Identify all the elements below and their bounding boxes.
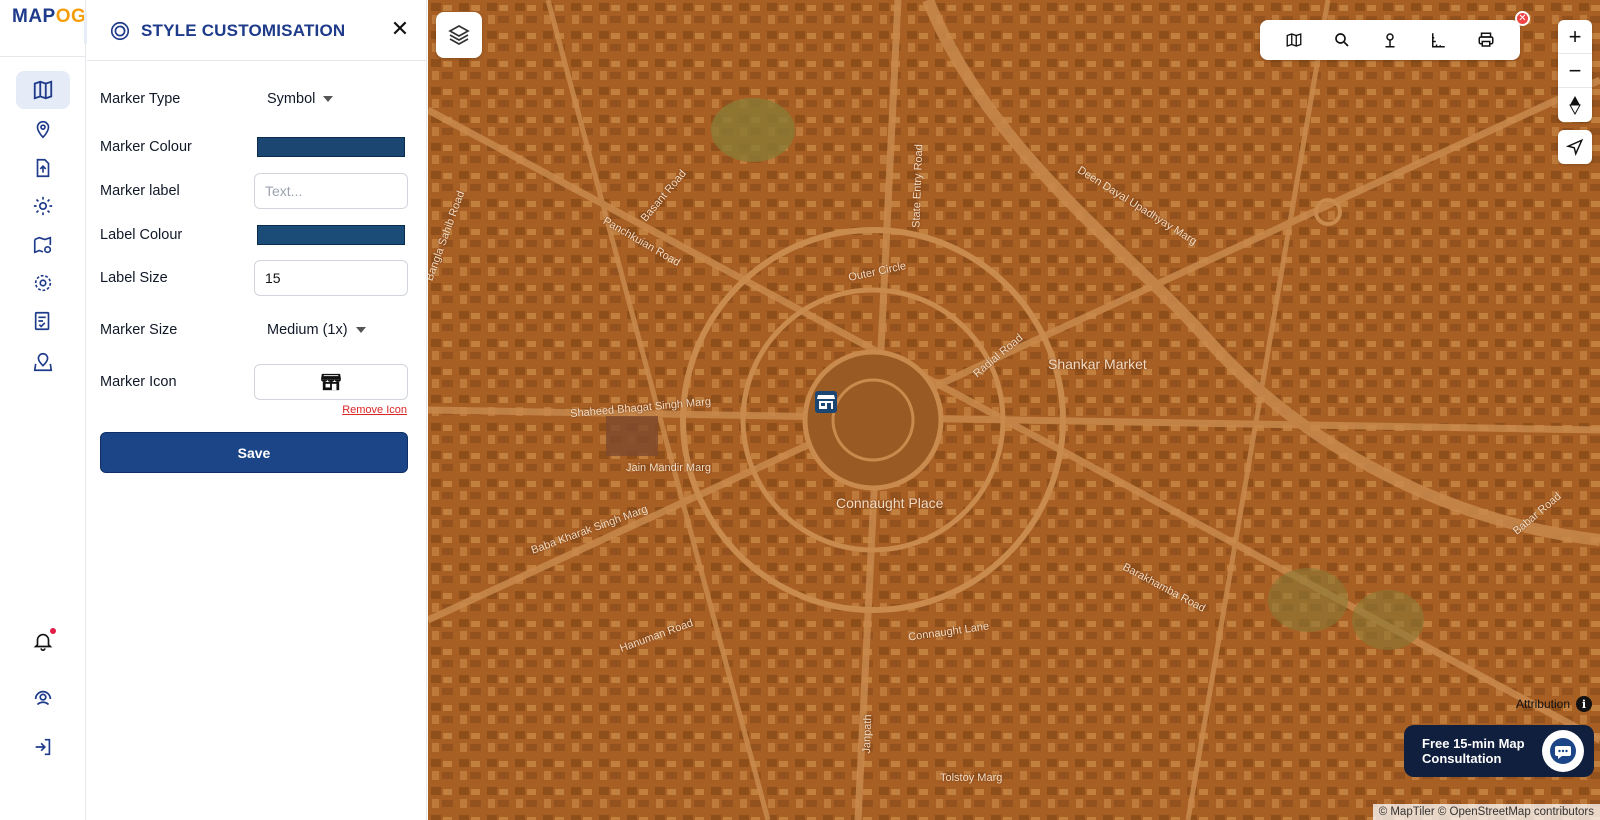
map-edit-icon[interactable] [16, 226, 70, 264]
user-support-icon[interactable] [16, 680, 70, 718]
map-label: Tolstoy Marg [940, 772, 1003, 784]
marker-size-label: Marker Size [100, 322, 178, 338]
map-toolbar [1260, 20, 1520, 60]
attribution[interactable]: Attribution i [1516, 696, 1592, 712]
label-colour-swatch[interactable] [257, 225, 405, 245]
map-marker-store-icon[interactable] [814, 390, 838, 414]
layers-icon[interactable] [436, 12, 482, 58]
label-colour-label: Label Colour [100, 227, 183, 243]
settings-icon[interactable] [16, 264, 70, 302]
style-palette-icon [110, 21, 130, 41]
marker-size-select[interactable]: Medium (1x) [267, 322, 366, 338]
upload-icon[interactable] [16, 149, 70, 187]
marker-colour-swatch[interactable] [257, 137, 405, 157]
form-checklist-icon[interactable] [16, 302, 70, 340]
map-view-icon[interactable] [1281, 27, 1307, 53]
marker-label-label: Marker label [100, 183, 180, 199]
save-button[interactable]: Save [100, 432, 408, 473]
style-customisation-panel: STYLE CUSTOMISATION ✕ Marker Type Symbol… [87, 0, 427, 820]
navigate-icon[interactable] [1558, 130, 1592, 164]
attribution-label: Attribution [1515, 697, 1570, 711]
marker-colour-label: Marker Colour [100, 139, 192, 155]
caret-down-icon [323, 96, 334, 102]
label-size-label: Label Size [100, 270, 168, 286]
pin-icon[interactable] [1377, 27, 1403, 53]
panel-title: STYLE CUSTOMISATION [141, 21, 346, 40]
mapog-logo[interactable]: MAPOG [12, 6, 86, 28]
marker-size-value: Medium (1x) [267, 322, 348, 338]
marker-label-input[interactable] [254, 173, 408, 209]
rail-divider [0, 56, 86, 57]
map-label: Shankar Market [1048, 356, 1147, 372]
zoom-out-button[interactable]: − [1558, 54, 1592, 88]
marker-icon-label: Marker Icon [100, 374, 177, 390]
store-icon [321, 373, 341, 391]
map-copyright: © MapTiler © OpenStreetMap contributors [1372, 804, 1600, 820]
map-label: Connaught Place [836, 495, 944, 511]
zoom-in-button[interactable]: + [1558, 20, 1592, 54]
marker-type-label: Marker Type [100, 91, 181, 107]
map-locate-icon[interactable] [16, 343, 70, 381]
notification-dot [50, 628, 56, 634]
location-pin-icon[interactable] [16, 110, 70, 148]
consultation-text: Free 15-min Map Consultation [1422, 736, 1525, 766]
logout-icon[interactable] [16, 728, 70, 766]
close-icon[interactable]: ✕ [1515, 11, 1530, 26]
map-canvas[interactable]: Shankar Market Connaught Place Outer Cir… [428, 0, 1600, 820]
label-size-input[interactable] [254, 260, 408, 296]
chat-icon[interactable] [1542, 730, 1584, 772]
marker-icon-picker[interactable] [254, 364, 408, 400]
measure-icon[interactable] [1425, 27, 1451, 53]
bell-icon[interactable] [16, 622, 70, 660]
gear-icon[interactable] [16, 187, 70, 225]
compass-icon[interactable] [1558, 88, 1592, 122]
remove-icon-link[interactable]: Remove Icon [342, 404, 407, 416]
search-icon[interactable] [1329, 27, 1355, 53]
map-icon[interactable] [16, 71, 70, 109]
consultation-widget[interactable]: Free 15-min Map Consultation [1404, 725, 1594, 777]
caret-down-icon [355, 327, 366, 333]
map-label: Janpath [860, 714, 875, 754]
zoom-controls: + − [1558, 20, 1592, 122]
left-rail: MAPOG [0, 0, 86, 820]
marker-type-select[interactable]: Symbol [267, 91, 334, 107]
close-icon[interactable]: ✕ [387, 16, 413, 42]
marker-type-value: Symbol [267, 91, 316, 107]
info-icon[interactable]: i [1576, 696, 1592, 712]
map-label: Jain Mandir Marg [626, 462, 711, 474]
panel-header: STYLE CUSTOMISATION ✕ [87, 0, 427, 61]
print-icon[interactable] [1473, 27, 1499, 53]
